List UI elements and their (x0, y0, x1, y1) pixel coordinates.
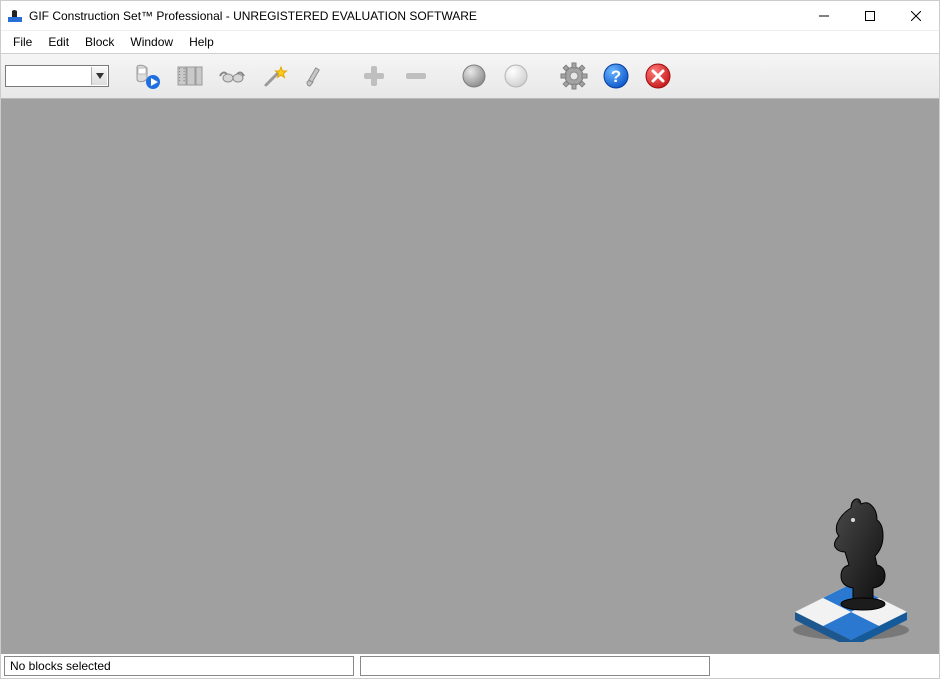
open-play-button[interactable] (129, 57, 167, 95)
chevron-down-icon (91, 67, 107, 85)
toolbar-separator (539, 57, 551, 95)
maximize-button[interactable] (847, 1, 893, 30)
remove-minus-button[interactable] (397, 57, 435, 95)
menu-file[interactable]: File (5, 33, 40, 51)
brush-button[interactable] (297, 57, 335, 95)
svg-text:?: ? (611, 67, 621, 86)
window-title: GIF Construction Set™ Professional - UNR… (29, 9, 801, 23)
menu-bar: File Edit Block Window Help (1, 31, 939, 53)
magic-wand-button[interactable] (255, 57, 293, 95)
menu-block[interactable]: Block (77, 33, 122, 51)
toolbar-separator (439, 57, 451, 95)
minimize-button[interactable] (801, 1, 847, 30)
toolbar-separator (339, 57, 351, 95)
menu-edit[interactable]: Edit (40, 33, 77, 51)
cancel-close-button[interactable] (639, 57, 677, 95)
window-controls (801, 1, 939, 30)
status-pane-secondary (360, 656, 710, 676)
sphere-dark-button[interactable] (455, 57, 493, 95)
workspace-area (1, 99, 939, 654)
app-icon (7, 8, 23, 24)
status-pane-selection: No blocks selected (4, 656, 354, 676)
add-plus-button[interactable] (355, 57, 393, 95)
sphere-light-button[interactable] (497, 57, 535, 95)
help-button[interactable]: ? (597, 57, 635, 95)
title-bar: GIF Construction Set™ Professional - UNR… (1, 1, 939, 31)
menu-window[interactable]: Window (122, 33, 181, 51)
knight-chess-logo (781, 492, 921, 642)
toolbar-separator (113, 57, 125, 95)
toolbar: ? (1, 53, 939, 99)
status-bar: No blocks selected (1, 654, 939, 678)
close-button[interactable] (893, 1, 939, 30)
menu-help[interactable]: Help (181, 33, 222, 51)
settings-gear-button[interactable] (555, 57, 593, 95)
filmstrip-button[interactable] (171, 57, 209, 95)
toolbar-combo[interactable] (5, 65, 109, 87)
glasses-button[interactable] (213, 57, 251, 95)
